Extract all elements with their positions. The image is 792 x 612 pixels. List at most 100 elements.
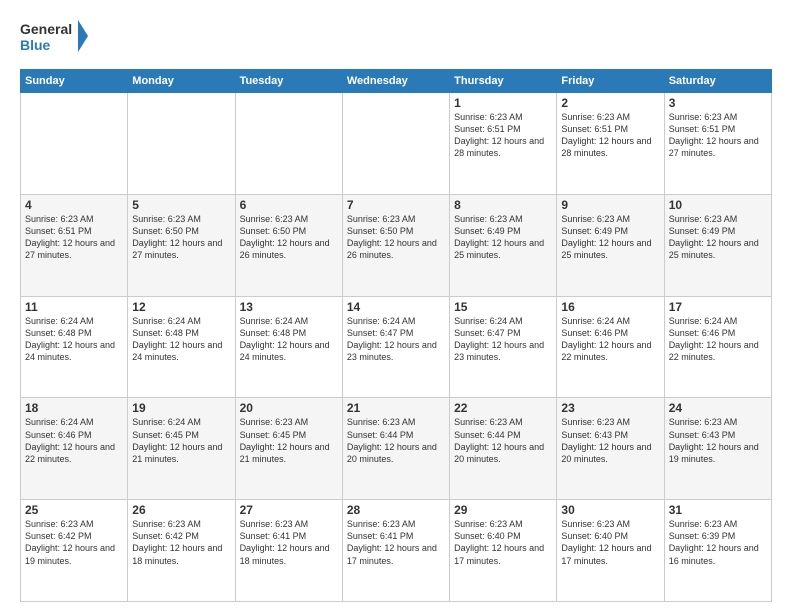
day-number: 17 xyxy=(669,300,767,314)
day-number: 24 xyxy=(669,401,767,415)
calendar-cell-2-6: 17Sunrise: 6:24 AM Sunset: 6:46 PM Dayli… xyxy=(664,296,771,398)
calendar-cell-0-3 xyxy=(342,93,449,195)
svg-text:General: General xyxy=(20,21,72,37)
week-row-5: 25Sunrise: 6:23 AM Sunset: 6:42 PM Dayli… xyxy=(21,500,772,602)
day-info: Sunrise: 6:24 AM Sunset: 6:46 PM Dayligh… xyxy=(561,315,659,364)
day-number: 28 xyxy=(347,503,445,517)
calendar-cell-3-5: 23Sunrise: 6:23 AM Sunset: 6:43 PM Dayli… xyxy=(557,398,664,500)
calendar-cell-2-2: 13Sunrise: 6:24 AM Sunset: 6:48 PM Dayli… xyxy=(235,296,342,398)
calendar-cell-3-2: 20Sunrise: 6:23 AM Sunset: 6:45 PM Dayli… xyxy=(235,398,342,500)
week-row-4: 18Sunrise: 6:24 AM Sunset: 6:46 PM Dayli… xyxy=(21,398,772,500)
calendar-cell-3-4: 22Sunrise: 6:23 AM Sunset: 6:44 PM Dayli… xyxy=(450,398,557,500)
calendar-cell-3-6: 24Sunrise: 6:23 AM Sunset: 6:43 PM Dayli… xyxy=(664,398,771,500)
col-header-saturday: Saturday xyxy=(664,70,771,93)
day-number: 30 xyxy=(561,503,659,517)
calendar-table: SundayMondayTuesdayWednesdayThursdayFrid… xyxy=(20,69,772,602)
calendar-cell-1-0: 4Sunrise: 6:23 AM Sunset: 6:51 PM Daylig… xyxy=(21,194,128,296)
calendar-cell-4-0: 25Sunrise: 6:23 AM Sunset: 6:42 PM Dayli… xyxy=(21,500,128,602)
week-row-2: 4Sunrise: 6:23 AM Sunset: 6:51 PM Daylig… xyxy=(21,194,772,296)
day-number: 26 xyxy=(132,503,230,517)
col-header-thursday: Thursday xyxy=(450,70,557,93)
day-number: 25 xyxy=(25,503,123,517)
day-number: 14 xyxy=(347,300,445,314)
calendar-cell-1-6: 10Sunrise: 6:23 AM Sunset: 6:49 PM Dayli… xyxy=(664,194,771,296)
day-info: Sunrise: 6:24 AM Sunset: 6:47 PM Dayligh… xyxy=(347,315,445,364)
day-info: Sunrise: 6:23 AM Sunset: 6:49 PM Dayligh… xyxy=(454,213,552,262)
day-number: 2 xyxy=(561,96,659,110)
calendar-cell-1-5: 9Sunrise: 6:23 AM Sunset: 6:49 PM Daylig… xyxy=(557,194,664,296)
calendar-cell-0-2 xyxy=(235,93,342,195)
day-info: Sunrise: 6:23 AM Sunset: 6:40 PM Dayligh… xyxy=(454,518,552,567)
day-info: Sunrise: 6:23 AM Sunset: 6:41 PM Dayligh… xyxy=(347,518,445,567)
day-info: Sunrise: 6:24 AM Sunset: 6:48 PM Dayligh… xyxy=(240,315,338,364)
day-info: Sunrise: 6:23 AM Sunset: 6:43 PM Dayligh… xyxy=(561,416,659,465)
day-info: Sunrise: 6:23 AM Sunset: 6:42 PM Dayligh… xyxy=(132,518,230,567)
day-info: Sunrise: 6:24 AM Sunset: 6:47 PM Dayligh… xyxy=(454,315,552,364)
calendar-cell-0-4: 1Sunrise: 6:23 AM Sunset: 6:51 PM Daylig… xyxy=(450,93,557,195)
day-number: 27 xyxy=(240,503,338,517)
logo: General Blue xyxy=(20,16,90,61)
week-row-1: 1Sunrise: 6:23 AM Sunset: 6:51 PM Daylig… xyxy=(21,93,772,195)
day-number: 5 xyxy=(132,198,230,212)
day-info: Sunrise: 6:23 AM Sunset: 6:39 PM Dayligh… xyxy=(669,518,767,567)
page: General Blue SundayMondayTuesdayWednesda… xyxy=(0,0,792,612)
day-info: Sunrise: 6:23 AM Sunset: 6:49 PM Dayligh… xyxy=(669,213,767,262)
day-number: 3 xyxy=(669,96,767,110)
day-info: Sunrise: 6:23 AM Sunset: 6:50 PM Dayligh… xyxy=(347,213,445,262)
day-info: Sunrise: 6:24 AM Sunset: 6:48 PM Dayligh… xyxy=(25,315,123,364)
logo-svg: General Blue xyxy=(20,16,90,61)
svg-text:Blue: Blue xyxy=(20,37,51,53)
day-info: Sunrise: 6:23 AM Sunset: 6:43 PM Dayligh… xyxy=(669,416,767,465)
calendar-cell-4-2: 27Sunrise: 6:23 AM Sunset: 6:41 PM Dayli… xyxy=(235,500,342,602)
col-header-wednesday: Wednesday xyxy=(342,70,449,93)
day-info: Sunrise: 6:23 AM Sunset: 6:51 PM Dayligh… xyxy=(454,111,552,160)
day-info: Sunrise: 6:23 AM Sunset: 6:42 PM Dayligh… xyxy=(25,518,123,567)
day-info: Sunrise: 6:23 AM Sunset: 6:44 PM Dayligh… xyxy=(454,416,552,465)
day-info: Sunrise: 6:23 AM Sunset: 6:50 PM Dayligh… xyxy=(240,213,338,262)
day-number: 20 xyxy=(240,401,338,415)
calendar-cell-1-4: 8Sunrise: 6:23 AM Sunset: 6:49 PM Daylig… xyxy=(450,194,557,296)
calendar-cell-4-3: 28Sunrise: 6:23 AM Sunset: 6:41 PM Dayli… xyxy=(342,500,449,602)
day-info: Sunrise: 6:23 AM Sunset: 6:49 PM Dayligh… xyxy=(561,213,659,262)
day-number: 19 xyxy=(132,401,230,415)
day-number: 23 xyxy=(561,401,659,415)
calendar-cell-3-0: 18Sunrise: 6:24 AM Sunset: 6:46 PM Dayli… xyxy=(21,398,128,500)
day-number: 4 xyxy=(25,198,123,212)
day-info: Sunrise: 6:23 AM Sunset: 6:40 PM Dayligh… xyxy=(561,518,659,567)
calendar-cell-4-4: 29Sunrise: 6:23 AM Sunset: 6:40 PM Dayli… xyxy=(450,500,557,602)
day-number: 6 xyxy=(240,198,338,212)
day-info: Sunrise: 6:23 AM Sunset: 6:41 PM Dayligh… xyxy=(240,518,338,567)
day-number: 15 xyxy=(454,300,552,314)
calendar-cell-2-3: 14Sunrise: 6:24 AM Sunset: 6:47 PM Dayli… xyxy=(342,296,449,398)
col-header-sunday: Sunday xyxy=(21,70,128,93)
day-number: 22 xyxy=(454,401,552,415)
day-info: Sunrise: 6:23 AM Sunset: 6:45 PM Dayligh… xyxy=(240,416,338,465)
day-info: Sunrise: 6:23 AM Sunset: 6:50 PM Dayligh… xyxy=(132,213,230,262)
calendar-cell-3-1: 19Sunrise: 6:24 AM Sunset: 6:45 PM Dayli… xyxy=(128,398,235,500)
day-number: 31 xyxy=(669,503,767,517)
day-number: 11 xyxy=(25,300,123,314)
calendar-cell-0-6: 3Sunrise: 6:23 AM Sunset: 6:51 PM Daylig… xyxy=(664,93,771,195)
day-info: Sunrise: 6:23 AM Sunset: 6:51 PM Dayligh… xyxy=(669,111,767,160)
day-info: Sunrise: 6:24 AM Sunset: 6:46 PM Dayligh… xyxy=(669,315,767,364)
day-info: Sunrise: 6:24 AM Sunset: 6:48 PM Dayligh… xyxy=(132,315,230,364)
calendar-cell-1-1: 5Sunrise: 6:23 AM Sunset: 6:50 PM Daylig… xyxy=(128,194,235,296)
day-number: 16 xyxy=(561,300,659,314)
day-info: Sunrise: 6:24 AM Sunset: 6:46 PM Dayligh… xyxy=(25,416,123,465)
calendar-cell-4-5: 30Sunrise: 6:23 AM Sunset: 6:40 PM Dayli… xyxy=(557,500,664,602)
day-number: 29 xyxy=(454,503,552,517)
day-number: 8 xyxy=(454,198,552,212)
day-number: 18 xyxy=(25,401,123,415)
calendar-cell-1-2: 6Sunrise: 6:23 AM Sunset: 6:50 PM Daylig… xyxy=(235,194,342,296)
col-header-monday: Monday xyxy=(128,70,235,93)
calendar-cell-0-5: 2Sunrise: 6:23 AM Sunset: 6:51 PM Daylig… xyxy=(557,93,664,195)
calendar-header-row: SundayMondayTuesdayWednesdayThursdayFrid… xyxy=(21,70,772,93)
calendar-cell-3-3: 21Sunrise: 6:23 AM Sunset: 6:44 PM Dayli… xyxy=(342,398,449,500)
day-number: 13 xyxy=(240,300,338,314)
day-info: Sunrise: 6:23 AM Sunset: 6:51 PM Dayligh… xyxy=(25,213,123,262)
day-number: 12 xyxy=(132,300,230,314)
calendar-cell-2-5: 16Sunrise: 6:24 AM Sunset: 6:46 PM Dayli… xyxy=(557,296,664,398)
calendar-cell-2-4: 15Sunrise: 6:24 AM Sunset: 6:47 PM Dayli… xyxy=(450,296,557,398)
day-number: 21 xyxy=(347,401,445,415)
calendar-cell-0-1 xyxy=(128,93,235,195)
